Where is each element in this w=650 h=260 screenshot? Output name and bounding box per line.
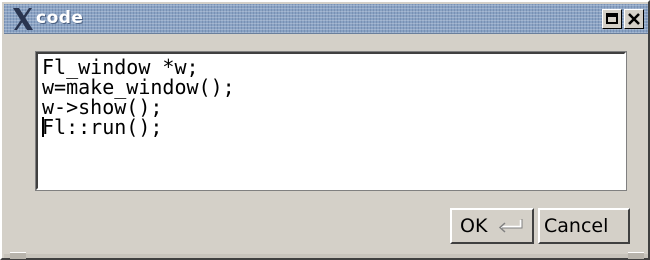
cancel-button[interactable]: Cancel xyxy=(538,208,630,244)
code-dialog-window: code Fl_window *w; w=make_window(); w->s… xyxy=(0,0,650,260)
code-line: Fl_window *w; xyxy=(42,55,199,79)
x-logo-icon[interactable] xyxy=(10,6,36,32)
resize-handle-left[interactable] xyxy=(10,252,26,259)
code-line: Fl::run(); xyxy=(42,115,163,139)
maximize-icon xyxy=(606,13,618,24)
ok-button-label: OK xyxy=(460,215,488,237)
close-button[interactable] xyxy=(624,9,644,29)
close-icon xyxy=(628,13,640,25)
bottom-border xyxy=(4,254,648,258)
cancel-button-label: Cancel xyxy=(544,215,609,237)
text-cursor xyxy=(42,117,44,137)
code-line: w=make_window(); xyxy=(42,75,235,99)
ok-button[interactable]: OK xyxy=(450,208,534,244)
window-title: code xyxy=(36,8,84,28)
maximize-button[interactable] xyxy=(602,9,622,29)
code-editor[interactable]: Fl_window *w; w=make_window(); w->show()… xyxy=(35,51,627,191)
titlebar[interactable]: code xyxy=(4,4,648,34)
resize-handle-right[interactable] xyxy=(628,252,644,259)
code-line: w->show(); xyxy=(42,95,163,119)
return-key-icon xyxy=(498,219,523,233)
